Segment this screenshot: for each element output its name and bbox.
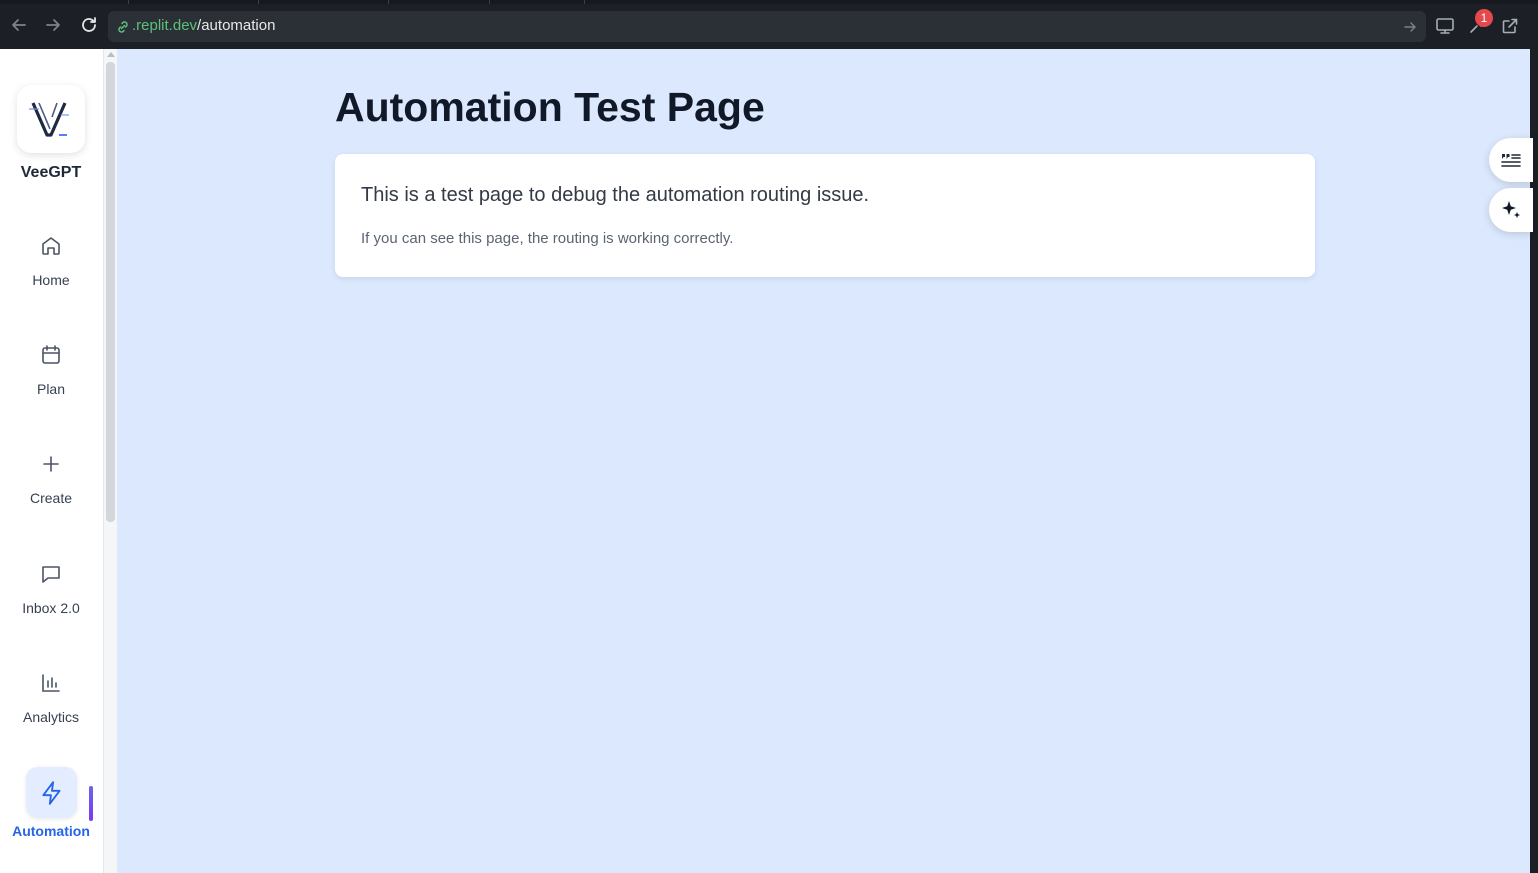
plus-icon	[43, 456, 59, 472]
page-title: Automation Test Page	[335, 84, 765, 130]
automation-icon-button[interactable]	[26, 767, 77, 818]
arrow-right-icon	[46, 19, 60, 31]
calendar-icon	[42, 345, 60, 364]
link-icon	[118, 21, 128, 33]
main-content: Automation Test Page This is a test page…	[117, 49, 1530, 873]
sidebar-item-label: Analytics	[22, 709, 80, 725]
reload-icon	[82, 17, 96, 32]
back-button[interactable]	[8, 14, 30, 36]
url-domain: .replit.dev	[132, 17, 198, 34]
monitor-icon	[1436, 18, 1454, 34]
address-bar[interactable]: .replit.dev/automation	[108, 11, 1426, 42]
chat-icon	[42, 566, 60, 583]
arrow-left-icon	[12, 19, 26, 31]
go-arrow-icon[interactable]	[1402, 19, 1418, 35]
sidebar-item-label: Inbox 2.0	[22, 600, 80, 616]
sidebar-scroll-thumb[interactable]	[106, 62, 115, 522]
home-icon	[42, 237, 60, 255]
sidebar-item-label: Plan	[36, 381, 66, 397]
url-text: .replit.dev/automation	[132, 17, 275, 34]
bar-chart-icon	[42, 674, 60, 692]
app-logo[interactable]	[17, 85, 85, 153]
reload-button[interactable]	[78, 14, 100, 36]
sidebar-item-plan[interactable]: Plan	[0, 343, 102, 433]
scroll-up-arrow-icon[interactable]	[107, 52, 115, 57]
card-subtext: If you can see this page, the routing is…	[361, 230, 734, 247]
active-indicator	[89, 786, 93, 821]
lightning-icon	[41, 780, 61, 805]
external-link-icon	[1502, 18, 1518, 34]
ai-assist-button[interactable]	[1489, 188, 1533, 232]
notification-badge: 1	[1475, 9, 1493, 27]
forward-button[interactable]	[42, 14, 64, 36]
sidebar-item-label: Home	[32, 272, 70, 288]
quote-list-icon	[1501, 154, 1521, 167]
sparkle-icon	[1502, 201, 1520, 218]
quote-widget-button[interactable]	[1489, 138, 1533, 182]
url-path: /automation	[197, 17, 276, 34]
info-card: This is a test page to debug the automat…	[335, 154, 1315, 277]
brand-name: VeeGPT	[20, 164, 82, 181]
sidebar-item-label: Automation	[12, 823, 90, 839]
sidebar-item-inbox[interactable]: Inbox 2.0	[0, 562, 102, 652]
sidebar-item-label: Create	[29, 490, 73, 506]
sidebar-item-create[interactable]: Create	[0, 452, 102, 542]
browser-toolbar: .replit.dev/automation 1	[0, 0, 1538, 49]
sidebar-item-analytics[interactable]: Analytics	[0, 671, 102, 761]
open-external-button[interactable]	[1499, 15, 1521, 37]
sidebar-item-home[interactable]: Home	[0, 234, 102, 324]
tab-strip	[0, 0, 1538, 4]
card-heading: This is a test page to debug the automat…	[361, 184, 870, 206]
veegpt-logo-icon	[29, 102, 69, 137]
devices-button[interactable]	[1434, 15, 1456, 37]
